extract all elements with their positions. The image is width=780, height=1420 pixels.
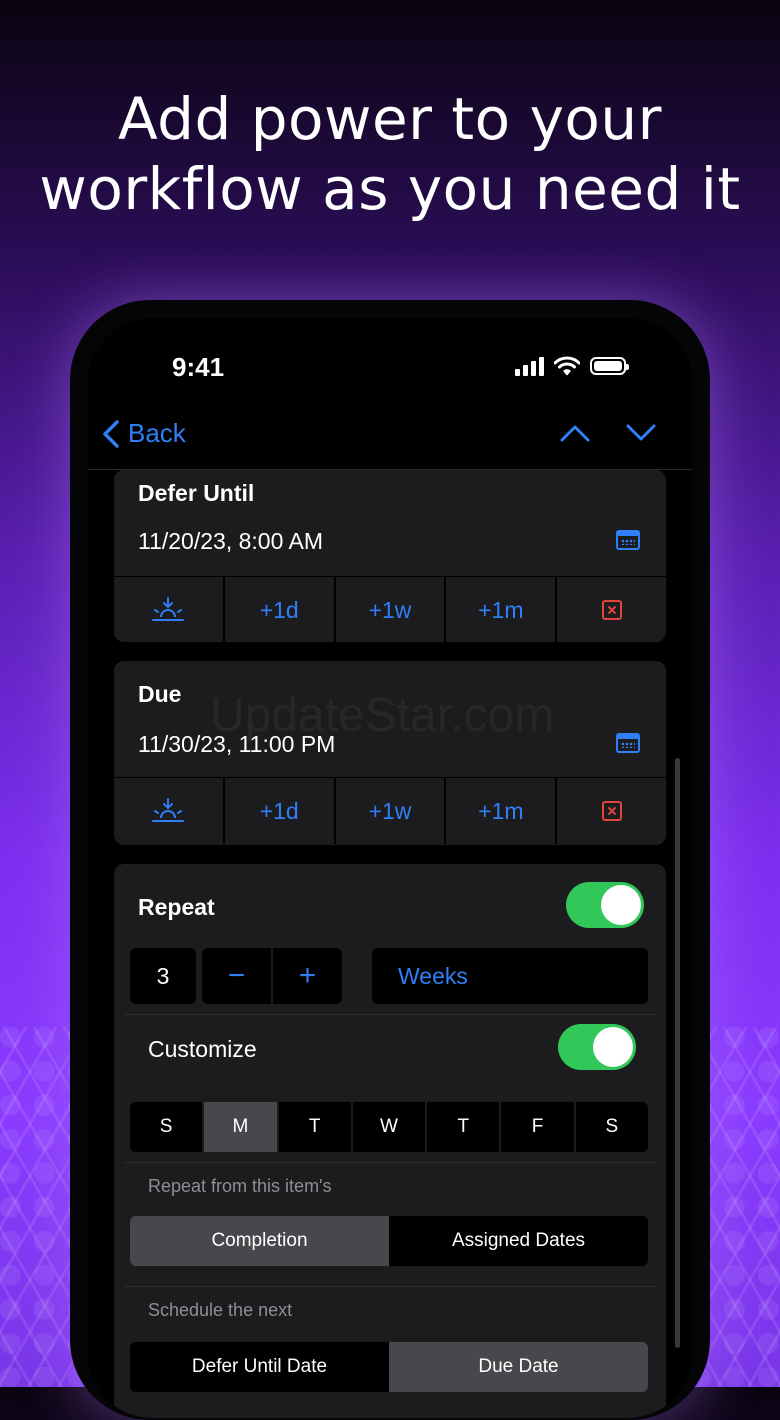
due-title: Due bbox=[138, 681, 182, 707]
chevron-left-icon bbox=[103, 419, 119, 448]
repeat-label: Repeat bbox=[138, 894, 215, 920]
repeat-toggle[interactable] bbox=[566, 882, 644, 928]
customize-toggle[interactable] bbox=[558, 1024, 636, 1070]
repeat-unit-select[interactable]: Weeks bbox=[372, 948, 648, 1004]
defer-until-title: Defer Until bbox=[138, 480, 255, 506]
status-bar: 9:41 bbox=[88, 352, 692, 392]
back-button[interactable]: Back bbox=[102, 418, 186, 449]
divider bbox=[124, 1286, 656, 1287]
headline-line-1: Add power to your bbox=[117, 85, 662, 153]
day-sunday[interactable]: S bbox=[130, 1102, 202, 1152]
customize-label: Customize bbox=[148, 1036, 257, 1062]
due-plus-1-month-button[interactable]: +1m bbox=[444, 778, 555, 844]
repeat-card: Repeat 3 − + Weeks Customize S M T W T F bbox=[114, 864, 666, 1418]
defer-plus-1-month-button[interactable]: +1m bbox=[444, 577, 555, 642]
repeat-from-completion[interactable]: Completion bbox=[130, 1216, 389, 1266]
next-item-chevron-down-icon[interactable] bbox=[626, 424, 656, 442]
due-clear-button[interactable] bbox=[555, 778, 666, 844]
schedule-caption: Schedule the next bbox=[148, 1300, 293, 1320]
headline: Add power to your workflow as you need i… bbox=[0, 84, 780, 224]
phone-frame: 9:41 Back Defer Until 11/20/23, 8:00 AM … bbox=[70, 300, 710, 1420]
due-plus-1-day-button[interactable]: +1d bbox=[222, 778, 334, 844]
day-thursday[interactable]: T bbox=[425, 1102, 499, 1152]
clear-x-icon bbox=[601, 801, 622, 821]
phone-screen: 9:41 Back Defer Until 11/20/23, 8:00 AM … bbox=[88, 318, 692, 1418]
day-tuesday[interactable]: T bbox=[276, 1102, 351, 1152]
day-wednesday[interactable]: W bbox=[350, 1102, 425, 1152]
decrement-button[interactable]: − bbox=[202, 948, 273, 1004]
defer-quick-actions: +1d +1w +1m bbox=[114, 576, 666, 642]
day-monday[interactable]: M bbox=[202, 1102, 277, 1152]
item-navigation bbox=[560, 424, 656, 442]
defer-plus-1-day-button[interactable]: +1d bbox=[222, 577, 334, 642]
repeat-from-assigned-dates[interactable]: Assigned Dates bbox=[389, 1216, 648, 1266]
sunrise-icon bbox=[152, 798, 185, 822]
defer-today-button[interactable] bbox=[114, 577, 223, 642]
interval-stepper: − + bbox=[202, 948, 342, 1004]
status-time: 9:41 bbox=[172, 352, 225, 382]
schedule-segmented-control: Defer Until Date Due Date bbox=[130, 1342, 648, 1392]
battery-icon bbox=[590, 357, 629, 375]
defer-until-card: Defer Until 11/20/23, 8:00 AM +1d +1w +1… bbox=[114, 470, 666, 642]
back-label: Back bbox=[128, 418, 186, 448]
wifi-icon bbox=[554, 356, 580, 376]
divider bbox=[124, 1162, 656, 1163]
defer-clear-button[interactable] bbox=[555, 577, 666, 642]
repeat-from-caption: Repeat from this item's bbox=[148, 1176, 332, 1196]
scrollbar[interactable] bbox=[675, 758, 680, 1348]
repeat-interval-row: 3 − + Weeks bbox=[130, 948, 650, 1004]
weekday-selector: S M T W T F S bbox=[130, 1102, 648, 1152]
schedule-due-date[interactable]: Due Date bbox=[389, 1342, 648, 1392]
navigation-bar: Back bbox=[88, 418, 692, 468]
previous-item-chevron-up-icon[interactable] bbox=[560, 424, 590, 442]
schedule-defer-until-date[interactable]: Defer Until Date bbox=[130, 1342, 389, 1392]
defer-until-date[interactable]: 11/20/23, 8:00 AM bbox=[138, 528, 323, 555]
calendar-icon[interactable] bbox=[616, 733, 640, 753]
divider bbox=[124, 1014, 656, 1015]
sunrise-icon bbox=[152, 597, 185, 621]
increment-button[interactable]: + bbox=[273, 948, 342, 1004]
defer-plus-1-week-button[interactable]: +1w bbox=[333, 577, 445, 642]
repeat-interval-value[interactable]: 3 bbox=[130, 948, 196, 1004]
calendar-icon[interactable] bbox=[616, 530, 640, 550]
status-icons bbox=[515, 356, 629, 376]
due-quick-actions: +1d +1w +1m bbox=[114, 777, 666, 844]
cellular-signal-icon bbox=[515, 356, 544, 376]
headline-line-2: workflow as you need it bbox=[39, 155, 741, 223]
repeat-from-segmented-control: Completion Assigned Dates bbox=[130, 1216, 648, 1266]
watermark: UpdateStar.com bbox=[210, 689, 555, 742]
clear-x-icon bbox=[601, 600, 622, 620]
day-saturday[interactable]: S bbox=[573, 1102, 648, 1152]
day-friday[interactable]: F bbox=[499, 1102, 573, 1152]
due-today-button[interactable] bbox=[114, 778, 223, 844]
due-plus-1-week-button[interactable]: +1w bbox=[333, 778, 445, 844]
